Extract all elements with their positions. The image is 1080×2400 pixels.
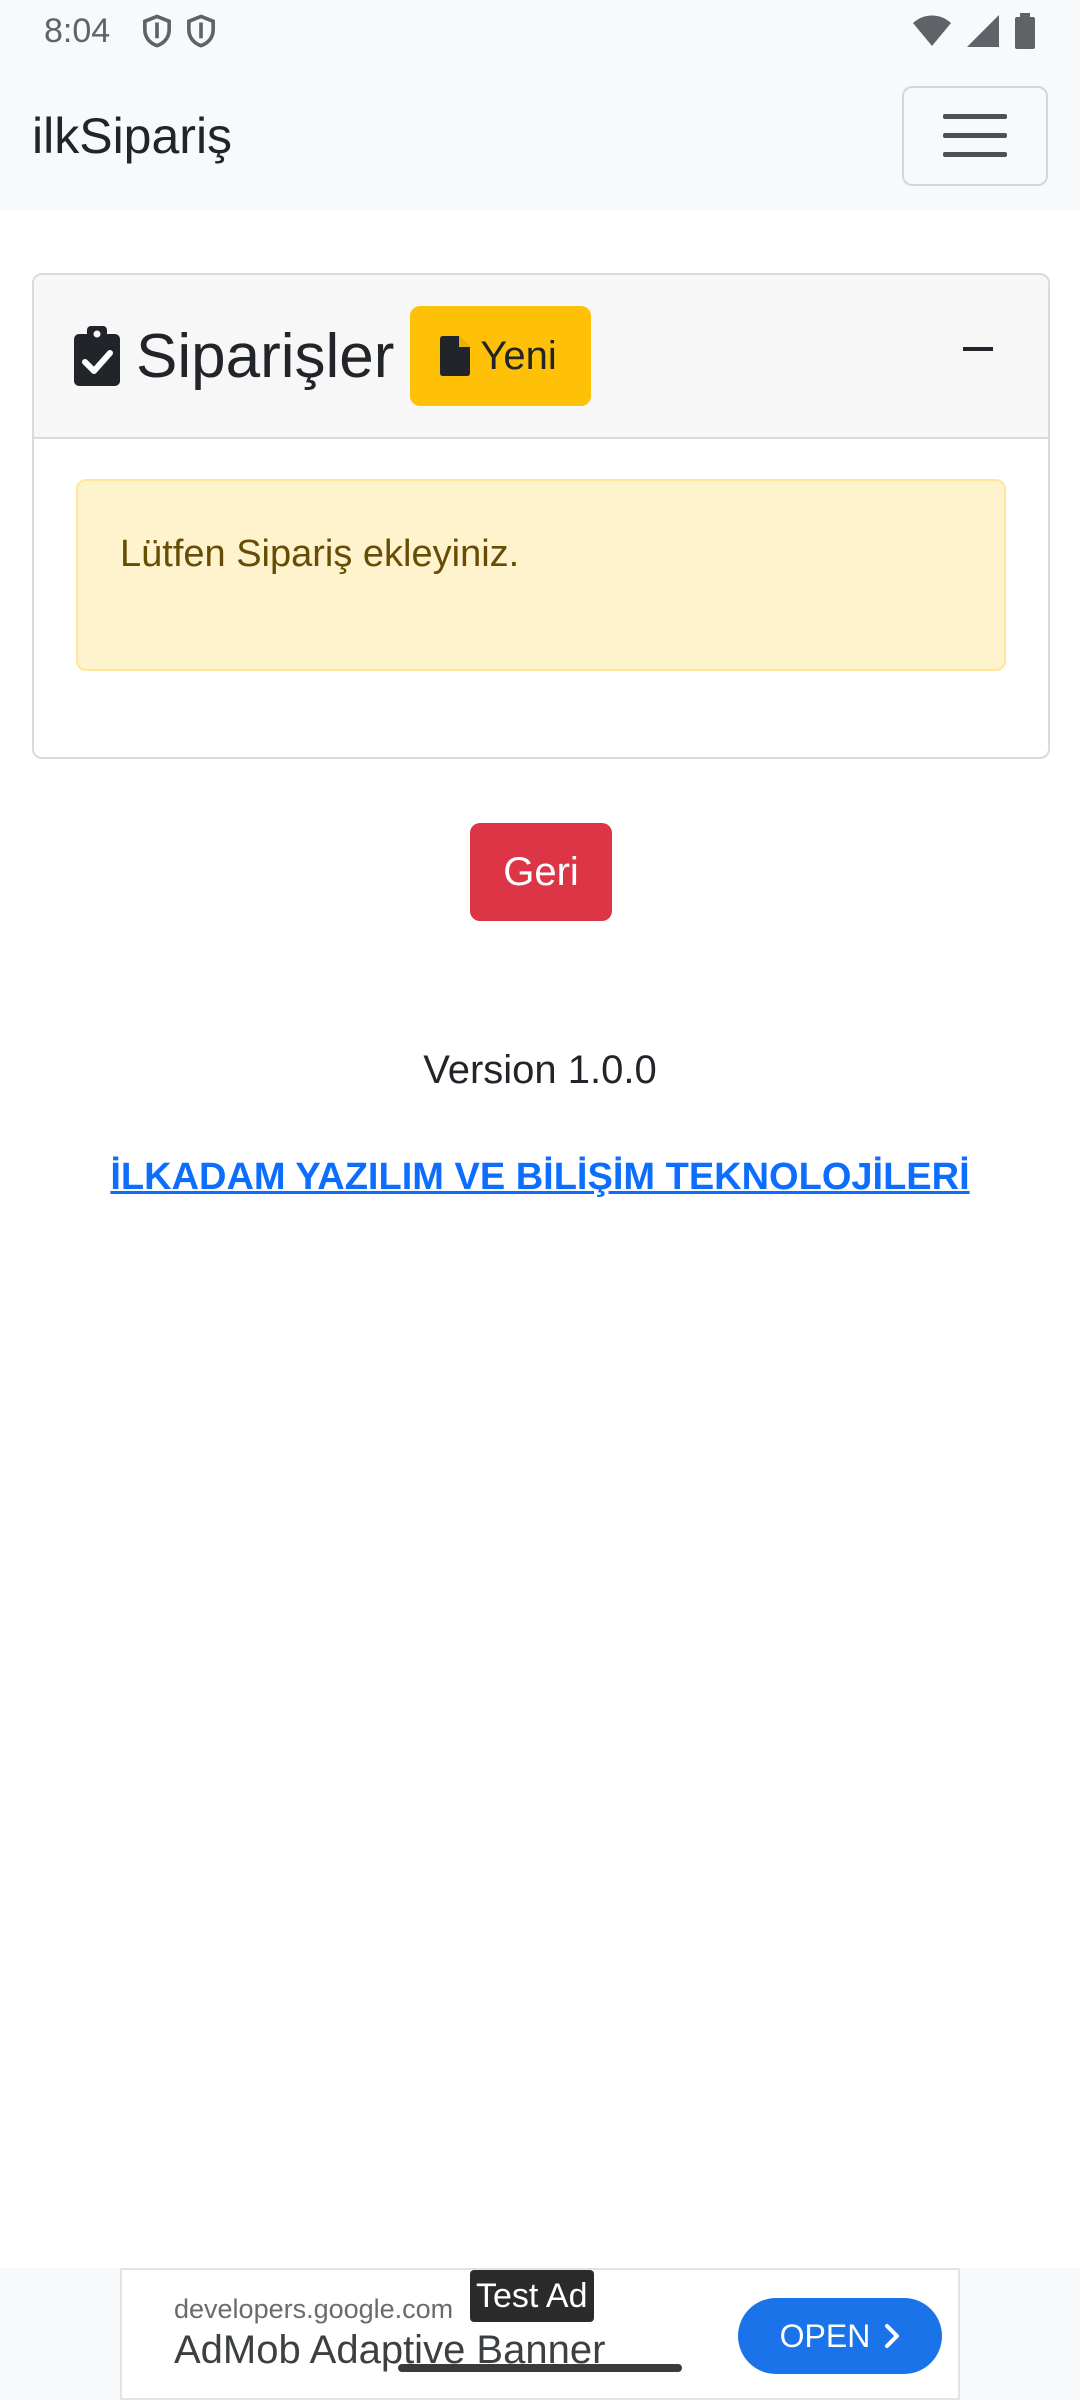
card-header: Siparişler Yeni (34, 275, 1048, 439)
wifi-icon (913, 15, 951, 46)
new-order-button[interactable]: Yeni (410, 306, 591, 406)
ad-open-button[interactable]: OPEN (738, 2298, 942, 2374)
ad-area: developers.google.com AdMob Adaptive Ban… (0, 2268, 1080, 2400)
status-time: 8:04 (44, 11, 111, 50)
status-right-icons (912, 13, 1036, 49)
screen: 8:04 ilkSipariş Siparişler Yeni Lütfen S… (0, 0, 1080, 2400)
navbar: ilkSipariş (0, 62, 1080, 210)
version-text: Version 1.0.0 (423, 1048, 657, 1092)
chevron-right-icon (885, 2324, 900, 2348)
clipboard-check-icon (74, 326, 120, 386)
test-ad-badge: Test Ad (470, 2270, 594, 2322)
collapse-button[interactable] (948, 319, 1008, 379)
card-title-text: Siparişler (136, 321, 395, 391)
minus-icon (963, 347, 993, 351)
company-link[interactable]: İLKADAM YAZILIM VE BİLİŞİM TEKNOLOJİLERİ (0, 1156, 1080, 1199)
home-indicator[interactable] (398, 2364, 682, 2372)
empty-orders-alert: Lütfen Sipariş ekleyiniz. (76, 479, 1006, 671)
navbar-brand[interactable]: ilkSipariş (32, 107, 232, 165)
status-bar: 8:04 (0, 0, 1080, 62)
shield-icon (187, 14, 216, 48)
ad-domain: developers.google.com (174, 2294, 454, 2324)
ad-banner[interactable]: developers.google.com AdMob Adaptive Ban… (120, 2268, 960, 2400)
new-order-label: Yeni (480, 333, 557, 378)
signal-icon (967, 15, 999, 47)
card-body: Lütfen Sipariş ekleyiniz. (34, 439, 1048, 711)
card-title: Siparişler (74, 321, 394, 392)
hamburger-menu-icon (943, 114, 1007, 157)
battery-icon (1015, 13, 1035, 49)
ad-open-label: OPEN (779, 2317, 871, 2354)
file-icon (440, 336, 471, 376)
navbar-toggler-button[interactable] (902, 86, 1048, 186)
orders-card: Siparişler Yeni Lütfen Sipariş ekleyiniz… (32, 273, 1050, 759)
shield-icon (143, 14, 172, 48)
back-button[interactable]: Geri (470, 823, 612, 921)
alert-text: Lütfen Sipariş ekleyiniz. (120, 533, 520, 575)
